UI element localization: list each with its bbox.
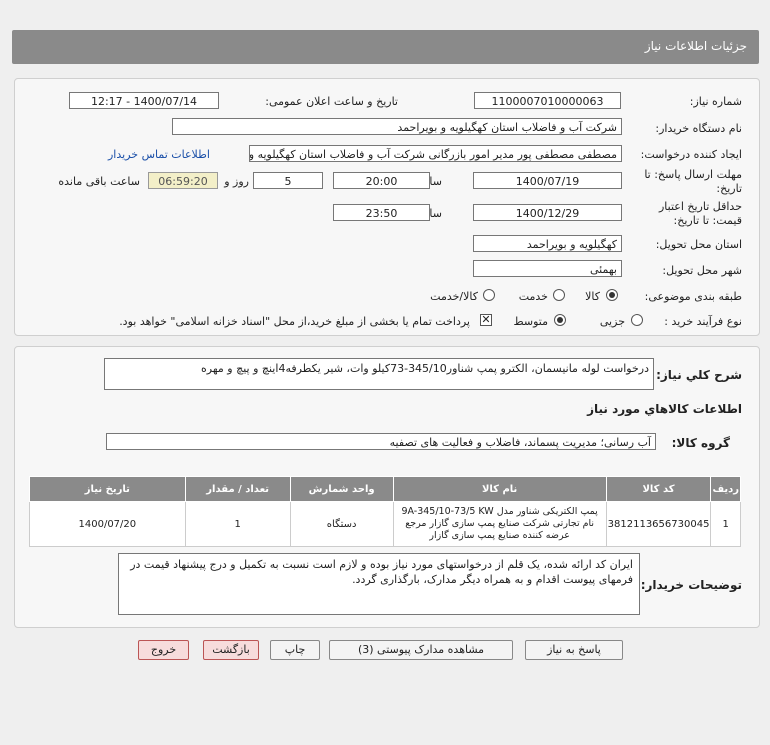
requester-field: مصطفی مصطفی پور مدیر امور بازرگانی شرکت … xyxy=(249,145,622,162)
category-service-radio[interactable] xyxy=(553,289,565,301)
delivery-city-field: بهمئی xyxy=(473,260,622,277)
deadline-label-2: تاریخ: xyxy=(716,182,742,195)
reply-button[interactable]: پاسخ به نیاز xyxy=(525,640,623,660)
buyer-notes-label: توضیحات خریدار: xyxy=(640,578,742,592)
col-qty: تعداد / مقدار xyxy=(184,476,291,502)
deadline-time-field: 20:00 xyxy=(333,172,430,189)
goods-group-label: گروه کالا: xyxy=(671,436,730,450)
delivery-city-label: شهر محل تحویل: xyxy=(662,264,742,277)
deadline-days-field: 5 xyxy=(253,172,323,189)
delivery-province-label: استان محل تحویل: xyxy=(655,238,742,251)
cell-row: 1 xyxy=(710,501,741,547)
process-medium-radio[interactable] xyxy=(554,314,566,326)
validity-label-2: قیمت: تا تاریخ: xyxy=(673,214,742,227)
announce-date-label: تاریخ و ساعت اعلان عمومی: xyxy=(265,95,398,108)
process-label: نوع فرآیند خرید : xyxy=(664,315,742,328)
requester-label: ایجاد کننده درخواست: xyxy=(640,148,742,161)
category-service-label: خدمت xyxy=(518,290,548,303)
deadline-days-label: روز و xyxy=(224,175,249,188)
cell-date: 1400/07/20 xyxy=(29,501,186,547)
page-title: جزئیات اطلاعات نیاز xyxy=(644,39,747,53)
summary-field: درخواست لوله مانیسمان، الکترو پمپ شناور3… xyxy=(104,358,654,390)
buyer-contact-link[interactable]: اطلاعات تماس خریدار xyxy=(108,148,210,161)
process-minor-radio[interactable] xyxy=(631,314,643,326)
exit-button[interactable]: خروج xyxy=(138,640,189,660)
goods-group-field: آب رسانی؛ مدیریت پسماند، فاضلاب و فعالیت… xyxy=(106,433,656,450)
goods-info-title: اطلاعات کالاهاي مورد نياز xyxy=(587,402,742,416)
cell-qty: 1 xyxy=(184,501,291,547)
process-minor-label: جزیی xyxy=(599,315,625,328)
cell-name: پمپ الکتریکی شناور مدل 9A-345/10-73/5 KW… xyxy=(392,501,607,547)
category-goods-label: کالا xyxy=(585,290,600,303)
col-name: نام کالا xyxy=(392,476,607,502)
goods-table: ردیف کد کالا نام کالا واحد شمارش تعداد /… xyxy=(29,476,741,547)
announce-date-field: 1400/07/14 - 12:17 xyxy=(69,92,219,109)
category-both-radio[interactable] xyxy=(483,289,495,301)
validity-label-1: حداقل تاریخ اعتبار xyxy=(658,200,742,213)
col-date: تاریخ نیاز xyxy=(29,476,186,502)
process-medium-label: متوسط xyxy=(513,315,548,328)
validity-date-field: 1400/12/29 xyxy=(473,204,622,221)
buyer-org-label: نام دستگاه خریدار: xyxy=(655,122,742,135)
treasury-note: پرداخت تمام یا بخشی از مبلغ خرید،از محل … xyxy=(119,315,470,328)
remaining-time-label: ساعت باقی مانده xyxy=(58,175,140,188)
need-number-label: شماره نیاز: xyxy=(689,95,742,108)
col-code: کد کالا xyxy=(605,476,712,502)
validity-time-field: 23:50 xyxy=(333,204,430,221)
cell-unit: دستگاه xyxy=(289,501,394,547)
buyer-org-field: شرکت آب و فاضلاب استان کهگیلویه و بویراح… xyxy=(172,118,622,135)
category-both-label: کالا/خدمت xyxy=(430,290,478,303)
buyer-notes-field: ایران کد ارائه شده، یک قلم از درخواستهای… xyxy=(118,553,640,615)
deadline-date-field: 1400/07/19 xyxy=(473,172,622,189)
treasury-checkbox[interactable]: ✕ xyxy=(480,314,492,326)
need-number-field: 1100007010000063 xyxy=(474,92,621,109)
col-row: ردیف xyxy=(710,476,741,502)
print-button[interactable]: چاپ xyxy=(270,640,320,660)
category-label: طبقه بندی موضوعی: xyxy=(644,290,742,303)
page-header: جزئیات اطلاعات نیاز xyxy=(12,30,759,64)
remaining-time-field: 06:59:20 xyxy=(148,172,218,189)
col-unit: واحد شمارش xyxy=(289,476,394,502)
delivery-province-field: کهگیلویه و بویراحمد xyxy=(473,235,622,252)
table-row: 1 3812113656730045 پمپ الکتریکی شناور مد… xyxy=(29,501,741,547)
category-goods-radio[interactable] xyxy=(606,289,618,301)
summary-label: شرح کلي نياز: xyxy=(656,368,742,382)
attachments-button[interactable]: مشاهده مدارک پیوستی (3) xyxy=(329,640,513,660)
deadline-label-1: مهلت ارسال پاسخ: تا xyxy=(644,168,742,181)
table-header-row: ردیف کد کالا نام کالا واحد شمارش تعداد /… xyxy=(29,476,741,502)
cell-code: 3812113656730045 xyxy=(605,501,712,547)
back-button[interactable]: بازگشت xyxy=(203,640,259,660)
